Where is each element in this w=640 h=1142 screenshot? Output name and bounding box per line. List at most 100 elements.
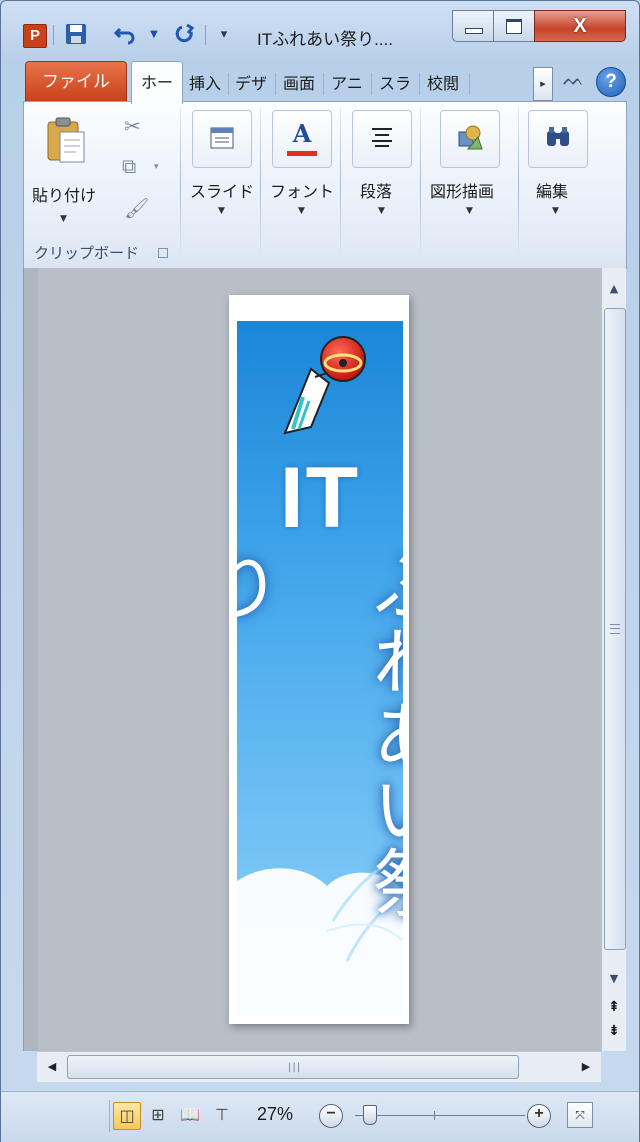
group-separator [180, 108, 181, 262]
group-separator [420, 108, 421, 262]
binoculars-icon [547, 127, 569, 146]
font-group-button[interactable]: A フォント ▼ [264, 102, 338, 262]
paragraph-icon [372, 128, 392, 147]
vertical-scrollbar[interactable]: ▲ ▼ ⇞ ⇟ [601, 268, 626, 1051]
reading-view-icon[interactable]: 📖 [177, 1102, 203, 1128]
font-color-bar [287, 151, 317, 156]
customize-quick-access-icon[interactable]: ▾ [215, 23, 233, 47]
normal-view-icon[interactable]: ◫ [113, 1102, 141, 1130]
shapes-icon-box [440, 110, 500, 168]
help-icon[interactable]: ? [596, 67, 626, 97]
tab-file[interactable]: ファイル [25, 61, 127, 102]
editing-dropdown-icon: ▼ [552, 206, 559, 216]
paste-icon [47, 117, 85, 163]
slide-editing-pane[interactable]: IT ふれあい祭り [23, 268, 602, 1051]
wind-chime-illustration [283, 336, 366, 435]
tab-separator [419, 73, 420, 95]
minimize-icon [465, 28, 483, 34]
tab-insert[interactable]: 挿入 [185, 67, 225, 101]
clipboard-group-label: クリップボード [34, 244, 140, 262]
tab-home[interactable]: ホー [131, 61, 183, 104]
zoom-slider-thumb[interactable] [363, 1105, 377, 1125]
slide-icon-box [192, 110, 252, 168]
paragraph-icon-box [352, 110, 412, 168]
undo-dropdown-icon[interactable]: ▼ [147, 23, 161, 47]
quick-access-separator [205, 25, 206, 45]
tab-separator [371, 73, 372, 95]
paste-dropdown-icon: ▼ [60, 214, 67, 224]
ribbon-tab-row: ファイル ホー 挿入 デザ 画面 アニ スラ 校閲 ▸ ᨓ ? [23, 61, 626, 104]
previous-slide-icon[interactable]: ⇞ [602, 996, 626, 1018]
quick-access-separator [53, 25, 54, 45]
tab-slideshow[interactable]: スラ [375, 67, 415, 101]
font-icon-box: A [272, 110, 332, 168]
format-painter-icon[interactable]: 🖌 [124, 196, 149, 220]
font-dropdown-icon: ▼ [298, 206, 305, 216]
maximize-button[interactable] [493, 10, 535, 42]
zoom-in-icon[interactable]: + [527, 1104, 551, 1128]
font-group-label: フォント [270, 182, 335, 201]
tab-separator [228, 73, 229, 95]
copy-dropdown-icon[interactable]: ▾ [154, 162, 159, 172]
scroll-down-icon[interactable]: ▼ [602, 968, 626, 990]
tab-review[interactable]: 校閲 [423, 67, 463, 101]
clipboard-dialog-launcher[interactable] [158, 248, 168, 258]
paste-button[interactable]: 貼り付け ▼ [30, 110, 100, 232]
slide-icon [210, 127, 234, 149]
tab-transitions[interactable]: 画面 [279, 67, 319, 101]
copy-icon[interactable]: ⧉ [122, 154, 136, 178]
tab-scroll-right-button[interactable]: ▸ [533, 67, 553, 101]
paragraph-group-label: 段落 [360, 182, 393, 201]
zoom-slider-center-mark [434, 1111, 435, 1120]
horizontal-scrollbar[interactable]: ◀ ||| ▶ [37, 1051, 601, 1082]
editing-group-label: 編集 [536, 182, 569, 201]
slide-sorter-view-icon[interactable]: ⊞ [145, 1102, 171, 1128]
minimize-ribbon-icon[interactable]: ᨓ [563, 69, 584, 90]
drawing-dropdown-icon: ▼ [466, 206, 473, 216]
window-title: ITふれあい祭り.... [257, 30, 393, 49]
tab-animations[interactable]: アニ [327, 67, 367, 101]
minimize-button[interactable] [452, 10, 494, 42]
zoom-slider-track[interactable] [355, 1115, 525, 1116]
fit-slide-to-window-icon[interactable]: ⤧ [567, 1102, 593, 1128]
paste-label: 貼り付け [32, 186, 97, 205]
scroll-grip-icon: ||| [288, 1062, 302, 1073]
slide-title-vertical[interactable]: ふれあい祭り [237, 549, 403, 989]
zoom-out-icon[interactable]: − [319, 1104, 343, 1128]
save-icon[interactable] [63, 23, 89, 47]
scroll-left-icon[interactable]: ◀ [41, 1056, 63, 1078]
next-slide-icon[interactable]: ⇟ [602, 1020, 626, 1042]
tab-separator [469, 73, 470, 95]
slide-title-it[interactable]: IT [237, 449, 403, 548]
group-separator [260, 108, 261, 262]
redo-icon[interactable] [173, 23, 197, 47]
tab-separator [275, 73, 276, 95]
drawing-group-label: 図形描画 [430, 182, 495, 201]
undo-icon[interactable] [113, 23, 137, 47]
horizontal-scroll-thumb[interactable]: ||| [67, 1055, 519, 1079]
powerpoint-app-icon[interactable]: P [23, 24, 47, 48]
ribbon-home: 貼り付け ▼ ✂ ⧉ ▾ 🖌 クリップボード スライド ▼ A フォント ▼ 段… [23, 101, 627, 269]
zoom-level[interactable]: 27% [257, 1104, 293, 1125]
slides-group-label: スライド [190, 182, 255, 201]
slide-canvas[interactable]: IT ふれあい祭り [229, 295, 409, 1024]
scroll-up-icon[interactable]: ▲ [602, 278, 626, 300]
slides-group-button[interactable]: スライド ▼ [184, 102, 258, 262]
pane-splitter[interactable] [24, 268, 38, 1051]
slideshow-view-icon[interactable]: ⊤ [209, 1102, 235, 1128]
editing-group-button[interactable]: 編集 ▼ [522, 102, 592, 262]
paragraph-dropdown-icon: ▼ [378, 206, 385, 216]
tab-separator [323, 73, 324, 95]
close-button[interactable]: X [534, 10, 626, 42]
maximize-icon [506, 19, 522, 34]
shapes-icon [458, 125, 483, 150]
vertical-scroll-thumb[interactable] [604, 308, 626, 950]
drawing-group-button[interactable]: 図形描画 ▼ [424, 102, 516, 262]
title-bar: P ▼ ▾ ITふれあい祭り.... X [1, 1, 639, 53]
tab-design[interactable]: デザ [231, 67, 271, 101]
cut-icon[interactable]: ✂ [124, 114, 141, 138]
slide[interactable]: IT ふれあい祭り [237, 321, 403, 1016]
status-bar: ◫ ⊞ 📖 ⊤ 27% − + ⤧ [1, 1091, 639, 1142]
paragraph-group-button[interactable]: 段落 ▼ [344, 102, 418, 262]
scroll-right-icon[interactable]: ▶ [575, 1056, 597, 1078]
